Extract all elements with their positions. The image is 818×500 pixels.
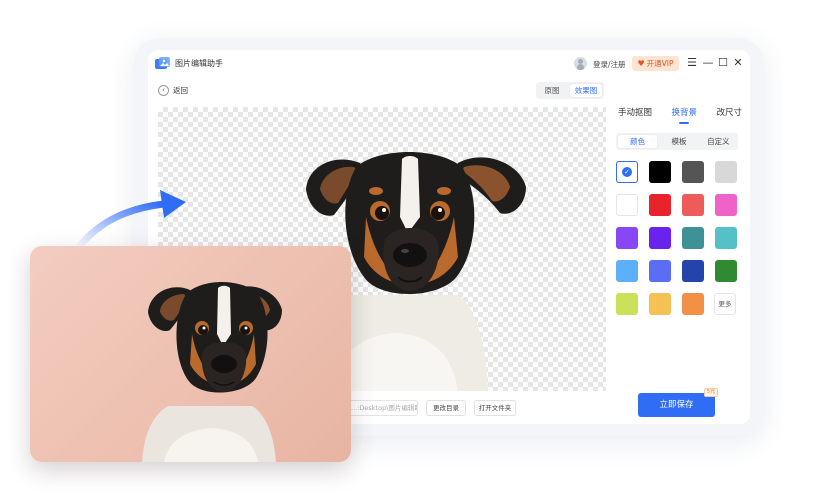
vip-crown-icon: ♥ (637, 59, 645, 68)
color-swatch[interactable] (649, 260, 671, 282)
save-path-field[interactable]: ...:Desktop\图片编辑助手 (346, 400, 418, 416)
view-result-tab[interactable]: 效果图 (570, 84, 602, 97)
save-now-button[interactable]: 立即保存 (638, 393, 715, 417)
app-title: 图片编辑助手 (175, 59, 223, 68)
title-bar: 图片编辑助手 登录/注册 ♥ 开通VIP ☰ — ☐ ✕ (148, 50, 750, 78)
color-swatch[interactable]: ✓ (616, 161, 638, 183)
view-toggle: 原图 效果图 (536, 82, 604, 99)
color-swatch[interactable] (616, 293, 638, 315)
color-swatch[interactable] (616, 194, 638, 216)
color-swatch[interactable] (715, 194, 737, 216)
back-label: 返回 (173, 86, 188, 95)
tab-manual-cutout[interactable]: 手动抠图 (618, 106, 652, 122)
vip-label: 开通VIP (646, 59, 674, 68)
vip-button[interactable]: ♥ 开通VIP (632, 56, 679, 71)
color-swatch[interactable] (682, 194, 704, 216)
color-swatch[interactable] (715, 161, 737, 183)
color-swatch[interactable] (649, 227, 671, 249)
minimize-icon[interactable]: — (702, 55, 714, 71)
original-dog-image (142, 282, 282, 462)
color-swatch[interactable] (715, 260, 737, 282)
color-swatch[interactable] (649, 161, 671, 183)
change-dir-button[interactable]: 更改目录 (426, 400, 466, 416)
segment-color[interactable]: 颜色 (618, 135, 658, 148)
menu-icon[interactable]: ☰ (686, 55, 698, 71)
color-swatch[interactable] (616, 227, 638, 249)
user-avatar-icon[interactable] (574, 57, 587, 70)
back-button[interactable]: ‹ 返回 (158, 85, 188, 96)
color-swatch[interactable] (649, 293, 671, 315)
tab-change-background[interactable]: 换背景 (671, 106, 697, 124)
color-swatch[interactable] (616, 260, 638, 282)
color-swatch[interactable] (682, 293, 704, 315)
segment-custom[interactable]: 自定义 (699, 133, 738, 150)
segment-template[interactable]: 模板 (659, 133, 698, 150)
back-arrow-icon: ‹ (158, 85, 169, 96)
view-original-tab[interactable]: 原图 (536, 82, 568, 99)
more-colors-button[interactable]: 更多 (714, 293, 736, 315)
background-type-segment: 颜色 模板 自定义 (616, 133, 738, 150)
tab-resize[interactable]: 改尺寸 (716, 106, 742, 122)
app-logo-icon (155, 57, 170, 69)
panel-tabs: 手动抠图 换背景 改尺寸 (618, 106, 742, 124)
color-swatch[interactable] (649, 194, 671, 216)
maximize-icon[interactable]: ☐ (717, 55, 729, 71)
open-folder-button[interactable]: 打开文件夹 (474, 400, 516, 416)
save-price-badge: 5元 (704, 388, 718, 397)
color-swatch[interactable] (715, 227, 737, 249)
selected-check-icon: ✓ (622, 167, 632, 177)
original-photo-card (30, 246, 351, 462)
color-swatch[interactable] (682, 260, 704, 282)
login-link[interactable]: 登录/注册 (593, 59, 626, 70)
color-swatch[interactable] (682, 161, 704, 183)
color-swatch[interactable] (682, 227, 704, 249)
close-icon[interactable]: ✕ (732, 55, 744, 71)
